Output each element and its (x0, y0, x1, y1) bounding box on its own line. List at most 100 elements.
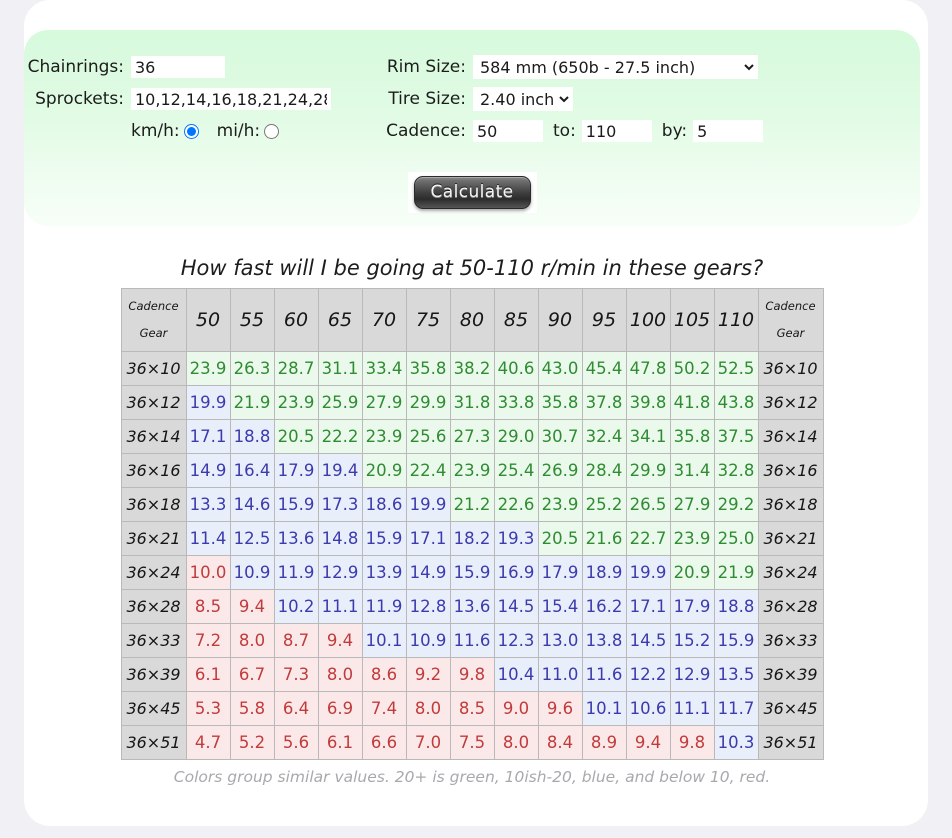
speed-cell: 8.4 (537, 725, 583, 760)
tire-size-select[interactable]: 2.40 inch (473, 87, 573, 111)
speed-cell: 33.8 (493, 385, 539, 420)
rim-size-select[interactable]: 584 mm (650b - 27.5 inch) (473, 55, 758, 79)
speed-cell: 28.4 (581, 453, 627, 488)
gear-label-right: 36×18 (757, 487, 824, 522)
speed-cell: 10.1 (581, 691, 627, 726)
speed-cell: 10.3 (713, 725, 759, 760)
cadence-column-header: 90 (537, 288, 583, 352)
gear-label-left: 36×45 (120, 691, 187, 726)
gear-label-right: 36×14 (757, 419, 824, 454)
gear-label-right: 36×33 (757, 623, 824, 658)
speed-cell: 17.9 (273, 453, 319, 488)
speed-cell: 8.0 (405, 691, 451, 726)
speed-cell: 17.1 (185, 419, 231, 454)
chainrings-input[interactable] (131, 56, 225, 78)
speed-cell: 38.2 (449, 351, 495, 386)
gear-label-left: 36×12 (120, 385, 187, 420)
speed-cell: 15.9 (273, 487, 319, 522)
speed-cell: 10.2 (273, 589, 319, 624)
cadence-column-header: 75 (405, 288, 451, 352)
speed-cell: 18.9 (581, 555, 627, 590)
gear-label-right: 36×51 (757, 725, 824, 760)
speed-cell: 16.4 (229, 453, 275, 488)
speed-cell: 29.2 (713, 487, 759, 522)
unit-mih[interactable]: mi/h: (217, 121, 280, 141)
cadence-from-input[interactable] (473, 120, 543, 142)
speed-cell: 39.8 (625, 385, 671, 420)
speed-cell: 6.7 (229, 657, 275, 692)
speed-cell: 33.4 (361, 351, 407, 386)
speed-cell: 17.1 (625, 589, 671, 624)
corner-header-right: Cadence Gear (757, 288, 824, 352)
speed-cell: 14.5 (493, 589, 539, 624)
speed-cell: 32.8 (713, 453, 759, 488)
speed-cell: 9.8 (669, 725, 715, 760)
speed-cell: 30.7 (537, 419, 583, 454)
speed-cell: 19.9 (185, 385, 231, 420)
gear-label-left: 36×14 (120, 419, 187, 454)
calculate-button[interactable]: Calculate (413, 176, 531, 209)
table-row: 36×28 8.5 9.4 10.2 11.1 11.9 12.8 13.6 14.5 15.4 1… (120, 589, 824, 624)
gear-label-right: 36×10 (757, 351, 824, 386)
gear-label-left: 36×51 (120, 725, 187, 760)
speed-cell: 11.6 (581, 657, 627, 692)
table-color-note: Colors group similar values. 20+ is gree… (173, 768, 771, 786)
speed-cell: 17.9 (537, 555, 583, 590)
corner-header-left: Cadence Gear (120, 288, 187, 352)
speed-cell: 31.4 (669, 453, 715, 488)
form-column-left: Chainrings: Sprockets: km/h: mi/h: (24, 52, 358, 148)
speed-cell: 9.4 (317, 623, 363, 658)
cadence-to-label: to: (553, 121, 576, 141)
speed-cell: 11.7 (713, 691, 759, 726)
speed-cell: 14.9 (405, 555, 451, 590)
speed-cell: 5.3 (185, 691, 231, 726)
unit-kmh[interactable]: km/h: (131, 121, 199, 141)
speed-cell: 6.4 (273, 691, 319, 726)
speed-cell: 12.5 (229, 521, 275, 556)
speed-cell: 13.0 (537, 623, 583, 658)
speed-cell: 11.1 (317, 589, 363, 624)
speed-cell: 41.8 (669, 385, 715, 420)
speed-cell: 19.4 (317, 453, 363, 488)
speed-cell: 15.9 (361, 521, 407, 556)
results-table-wrap: Cadence Gear 50 55 60 65 70 75 80 85 90 95 100 105 1… (24, 288, 920, 760)
speed-cell: 34.1 (625, 419, 671, 454)
cadence-column-header: 65 (317, 288, 363, 352)
speed-cell: 31.8 (449, 385, 495, 420)
sprockets-input[interactable] (131, 88, 331, 110)
cadence-column-header: 80 (449, 288, 495, 352)
speed-cell: 5.6 (273, 725, 319, 760)
mih-radio[interactable] (264, 123, 280, 139)
speed-cell: 11.9 (273, 555, 319, 590)
cadence-column-header: 50 (185, 288, 231, 352)
gear-speed-table: Cadence Gear 50 55 60 65 70 75 80 85 90 95 100 105 1… (120, 288, 824, 760)
speed-cell: 12.9 (669, 657, 715, 692)
speed-cell: 10.6 (625, 691, 671, 726)
speed-cell: 8.0 (493, 725, 539, 760)
kmh-radio[interactable] (183, 123, 199, 139)
speed-cell: 29.9 (405, 385, 451, 420)
speed-cell: 11.4 (185, 521, 231, 556)
speed-cell: 23.9 (449, 453, 495, 488)
cadence-row: Cadence: to: by: (376, 116, 806, 146)
speed-cell: 6.6 (361, 725, 407, 760)
speed-cell: 19.9 (625, 555, 671, 590)
speed-cell: 43.8 (713, 385, 759, 420)
speed-cell: 21.2 (449, 487, 495, 522)
speed-cell: 9.8 (449, 657, 495, 692)
speed-cell: 14.9 (185, 453, 231, 488)
speed-cell: 12.2 (625, 657, 671, 692)
cadence-by-input[interactable] (693, 120, 764, 142)
cadence-to-input[interactable] (581, 120, 652, 142)
speed-cell: 19.3 (493, 521, 539, 556)
cadence-column-header: 95 (581, 288, 627, 352)
speed-cell: 21.9 (713, 555, 759, 590)
speed-cell: 8.6 (361, 657, 407, 692)
gear-label-left: 36×28 (120, 589, 187, 624)
gear-label-right: 36×21 (757, 521, 824, 556)
gear-label-left: 36×10 (120, 351, 187, 386)
speed-cell: 52.5 (713, 351, 759, 386)
cadence-column-header: 60 (273, 288, 319, 352)
speed-cell: 18.8 (229, 419, 275, 454)
speed-cell: 15.9 (449, 555, 495, 590)
